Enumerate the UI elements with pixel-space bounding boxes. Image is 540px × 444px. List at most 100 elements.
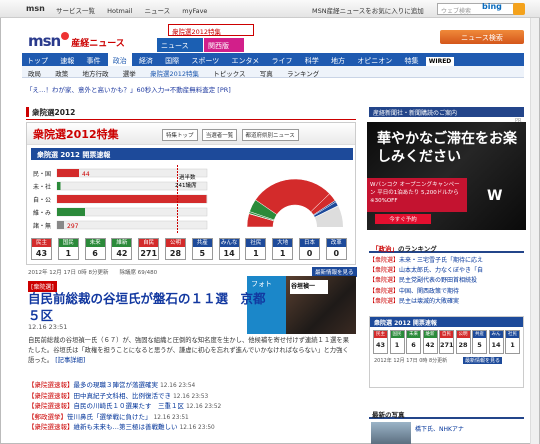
mini-party-box[interactable]: 自民 271 xyxy=(439,330,454,354)
nav-item-active[interactable]: 政治 xyxy=(107,53,132,66)
scrollbar[interactable] xyxy=(530,18,539,444)
mini-latest-button[interactable]: 最新情報を見る xyxy=(463,357,503,364)
nav-item[interactable]: エンタメ xyxy=(227,53,265,66)
nav-item[interactable]: スポーツ xyxy=(186,53,224,66)
party-seat-box[interactable]: 改革 0 xyxy=(325,238,347,260)
service-link[interactable]: サービス一覧 xyxy=(56,7,95,15)
article-photo[interactable]: 谷垣禎一 xyxy=(286,276,356,334)
party-seat-box[interactable]: 国民 1 xyxy=(57,238,79,260)
ranking-item[interactable]: 【衆院選】山本太郎氏、力なくぼやき「自 xyxy=(369,266,524,276)
sub-nav-item[interactable]: 政局 xyxy=(22,66,47,78)
party-seat-box[interactable]: 公明 28 xyxy=(165,238,186,260)
service-link[interactable]: Hotmail xyxy=(107,7,132,15)
ranking-item[interactable]: 【衆院選】民主は壊滅的大敗確実 xyxy=(369,297,524,307)
banner-button[interactable]: 都道府県別ニュース xyxy=(241,129,299,141)
nav-item[interactable]: 特集 xyxy=(399,53,423,66)
msn-logo[interactable]: msn xyxy=(26,4,45,13)
related-link-time: 12.16 23:51 xyxy=(153,414,189,421)
party-name: 共産 xyxy=(192,239,212,247)
sub-nav-item[interactable]: 衆院選2012特集 xyxy=(144,66,205,78)
news-search-button[interactable]: ニュース検索 xyxy=(440,30,524,44)
party-seat-box[interactable]: みんな 14 xyxy=(218,238,240,260)
related-link[interactable]: 【衆院選速報】自民の川崎氏１０選果たす 三重１区 12.16 23:52 xyxy=(28,401,353,412)
promo-link[interactable]: 「え…！わが家、意外と高いかも？」60秒入力⇒不動産無料査定 [PR] xyxy=(26,84,231,94)
mini-party-seats: 271 xyxy=(440,341,454,349)
nav-item[interactable]: トップ xyxy=(22,53,53,66)
ranking-item[interactable]: 【衆院選】中国、関西政策で期待 xyxy=(369,287,524,297)
sub-nav-item[interactable]: 写真 xyxy=(254,66,279,78)
web-search-input[interactable]: ウェブ検索 xyxy=(437,3,519,15)
mini-party-box[interactable]: 民主 43 xyxy=(373,330,388,354)
article-headline[interactable]: 自民前総裁の谷垣氏が盤石の１１選 京都５区 xyxy=(28,290,273,324)
election-special-tab[interactable]: 衆院選2012特集 xyxy=(168,24,254,36)
site-logo[interactable]: msn 産経ニュース xyxy=(28,32,125,50)
related-link[interactable]: 【衆院選速報】維新も未来も…第三極は善戦難しい 12.16 23:50 xyxy=(28,422,353,433)
nav-item[interactable]: オピニオン xyxy=(352,53,397,66)
mini-party-box[interactable]: 国民 1 xyxy=(389,330,405,354)
nav-item[interactable]: 経済 xyxy=(134,53,158,66)
ranking-item-text[interactable]: 民主党副代表の野田首相続投 xyxy=(399,277,477,284)
add-favorite-link[interactable]: MSN産経ニュースをお気に入りに追加 xyxy=(312,5,424,15)
related-link[interactable]: 【衆院選速報】最多の現職３陣営が落選確実 12.16 23:54 xyxy=(28,380,353,391)
subscription-header[interactable]: 産経新聞社・新聞購読のご案内 xyxy=(369,107,524,117)
party-seat-box[interactable]: 自民 271 xyxy=(138,238,160,260)
ad-book-button[interactable]: 今すぐ予約 xyxy=(375,214,431,224)
banner-title[interactable]: 衆院選2012特集 xyxy=(33,126,119,142)
sub-nav-item[interactable]: 選挙 xyxy=(117,66,142,78)
party-seat-box[interactable]: 共産 5 xyxy=(191,238,213,260)
party-name: 公明 xyxy=(166,239,185,247)
related-link-text[interactable]: 笹川鼻氏「選挙戦に負けた」 xyxy=(67,413,152,421)
sub-nav-item[interactable]: ランキング xyxy=(281,66,325,78)
nav-item[interactable]: 国際 xyxy=(160,53,184,66)
mini-party-box[interactable]: 維新 42 xyxy=(422,330,438,354)
ranking-item-text[interactable]: 民主は壊滅的大敗確実 xyxy=(399,298,459,305)
ranking-item-text[interactable]: 中国、関西政策で期待 xyxy=(399,288,459,295)
related-link[interactable]: 【郵政選挙】笹川鼻氏「選挙戦に負けた」 12.16 23:51 xyxy=(28,412,353,423)
mini-party-box[interactable]: 公明 28 xyxy=(455,330,471,354)
seat-arc-chart xyxy=(246,178,343,228)
tab-news[interactable]: ニュース xyxy=(157,38,203,52)
ad-campaign: Wバンコク オープニングキャンペーン 平日の1泊あたり 5,200ドルから ※3… xyxy=(367,178,467,212)
nav-item[interactable]: ライフ xyxy=(267,53,298,66)
banner-button[interactable]: 特集トップ xyxy=(162,129,198,141)
photo-caption[interactable]: 橋下氏、NHKアナ xyxy=(415,424,464,433)
nav-item[interactable]: 科学 xyxy=(300,53,324,66)
wired-badge[interactable]: WIRED xyxy=(425,57,455,66)
mini-party-box[interactable]: 社民 1 xyxy=(505,330,520,354)
ranking-item-text[interactable]: 山本太郎氏、力なくぼやき「自 xyxy=(399,267,483,274)
party-seat-box[interactable]: 民主 43 xyxy=(31,238,52,260)
related-link-text[interactable]: 最多の現職３陣営が落選確実 xyxy=(74,381,159,389)
mini-party-box[interactable]: 未来 6 xyxy=(406,330,421,354)
tab-kansai[interactable]: 関西版 xyxy=(204,38,244,52)
mini-party-name: 国民 xyxy=(390,331,404,338)
banner-button[interactable]: 当選者一覧 xyxy=(201,129,238,141)
party-seat-box[interactable]: 社民 1 xyxy=(245,238,267,260)
hotel-ad[interactable]: 華やかなご滞在をお楽しみください Wバンコク オープニングキャンペーン 平日の1… xyxy=(367,122,526,230)
related-link-text[interactable]: 自民の川崎氏１０選果たす 三重１区 xyxy=(74,402,185,410)
nav-item[interactable]: 地方 xyxy=(326,53,350,66)
nav-item[interactable]: 速報 xyxy=(55,53,79,66)
related-link[interactable]: 【衆院選速報】田中真紀子文科相、比例復活でき 12.16 23:53 xyxy=(28,391,353,402)
related-link-text[interactable]: 田中真紀子文科相、比例復活でき xyxy=(74,392,172,400)
search-icon[interactable] xyxy=(513,3,525,15)
mini-party-box[interactable]: みんな 14 xyxy=(488,330,504,354)
mini-party-box[interactable]: 共産 5 xyxy=(472,330,487,354)
nav-item[interactable]: 事件 xyxy=(81,53,105,66)
ranking-item[interactable]: 【衆院選】未来・三宅雪子氏「期待に応え xyxy=(369,256,524,266)
party-seat-box[interactable]: 大地 1 xyxy=(272,238,294,260)
ranking-item-text[interactable]: 未来・三宅雪子氏「期待に応え xyxy=(399,257,483,264)
party-seat-box[interactable]: 維新 42 xyxy=(111,238,133,260)
sub-nav-item[interactable]: 地方行政 xyxy=(76,66,114,78)
party-seat-box[interactable]: 日本 0 xyxy=(299,238,320,260)
service-link[interactable]: ニュース xyxy=(145,7,171,15)
service-link[interactable]: myFave xyxy=(182,7,207,15)
bloc-label: 未・社 xyxy=(33,183,51,191)
party-seat-box[interactable]: 未来 6 xyxy=(84,238,106,260)
party-seat-count: 28 xyxy=(169,249,182,258)
related-link-text[interactable]: 維新も未来も…第三極は善戦難しい xyxy=(74,423,178,431)
article-detail-link[interactable]: [記事詳細] xyxy=(55,357,85,364)
photo-thumbnail[interactable] xyxy=(371,422,411,444)
ranking-item[interactable]: 【衆院選】民主党副代表の野田首相続投 xyxy=(369,276,524,286)
sub-nav-item[interactable]: 政策 xyxy=(49,66,74,78)
sub-nav-item[interactable]: トピックス xyxy=(207,66,251,78)
